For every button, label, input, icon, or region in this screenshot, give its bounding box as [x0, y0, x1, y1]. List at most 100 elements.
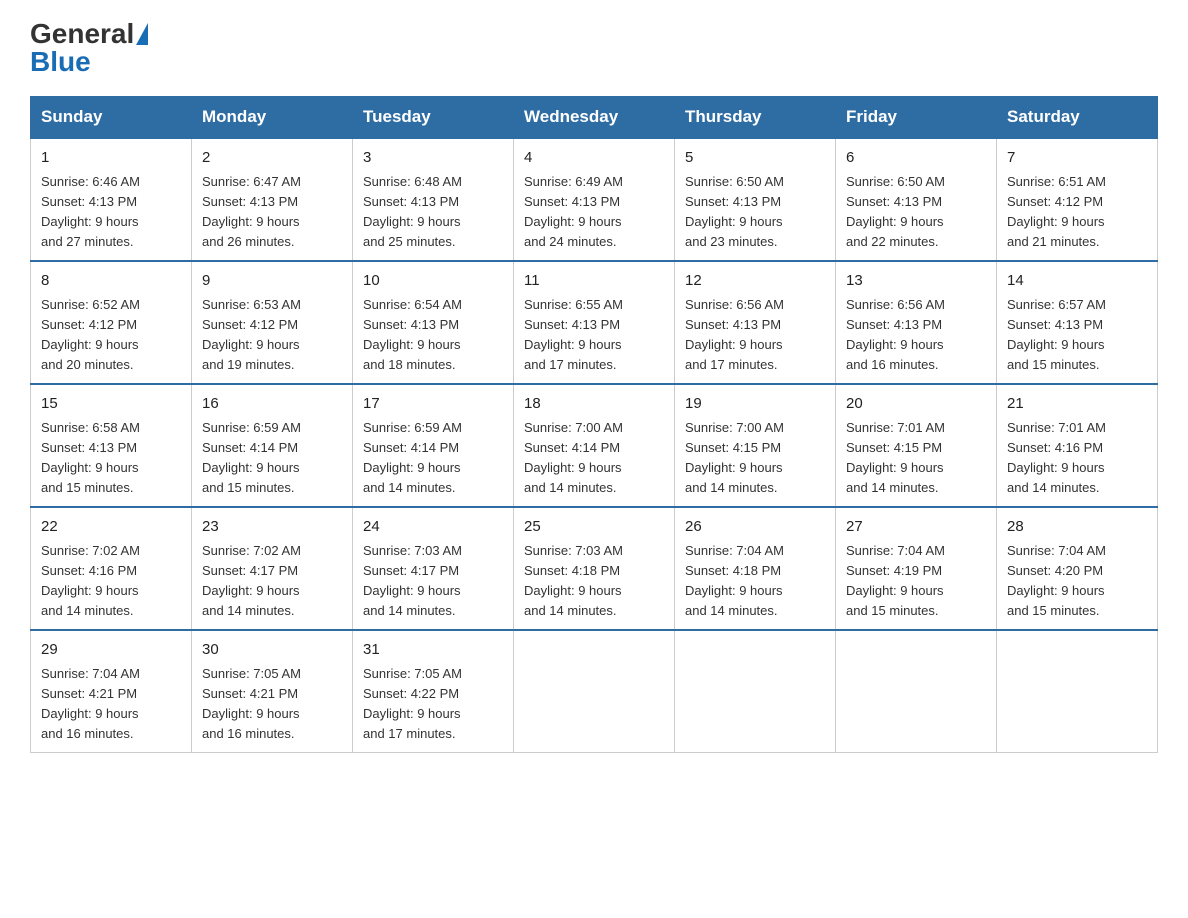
calendar-cell: 13 Sunrise: 6:56 AMSunset: 4:13 PMDaylig… — [836, 261, 997, 384]
calendar-cell: 30 Sunrise: 7:05 AMSunset: 4:21 PMDaylig… — [192, 630, 353, 753]
day-number: 8 — [41, 270, 181, 293]
day-number: 5 — [685, 147, 825, 170]
calendar-cell — [836, 630, 997, 753]
calendar-cell: 19 Sunrise: 7:00 AMSunset: 4:15 PMDaylig… — [675, 384, 836, 507]
day-info: Sunrise: 7:05 AMSunset: 4:22 PMDaylight:… — [363, 664, 503, 745]
day-info: Sunrise: 6:57 AMSunset: 4:13 PMDaylight:… — [1007, 295, 1147, 376]
calendar-cell: 1 Sunrise: 6:46 AMSunset: 4:13 PMDayligh… — [31, 138, 192, 261]
calendar-week-row: 15 Sunrise: 6:58 AMSunset: 4:13 PMDaylig… — [31, 384, 1158, 507]
calendar-cell — [997, 630, 1158, 753]
day-number: 22 — [41, 516, 181, 539]
calendar-week-row: 8 Sunrise: 6:52 AMSunset: 4:12 PMDayligh… — [31, 261, 1158, 384]
day-info: Sunrise: 6:49 AMSunset: 4:13 PMDaylight:… — [524, 172, 664, 253]
calendar-cell: 29 Sunrise: 7:04 AMSunset: 4:21 PMDaylig… — [31, 630, 192, 753]
calendar-cell: 16 Sunrise: 6:59 AMSunset: 4:14 PMDaylig… — [192, 384, 353, 507]
calendar-cell — [514, 630, 675, 753]
header-friday: Friday — [836, 97, 997, 139]
calendar-table: Sunday Monday Tuesday Wednesday Thursday… — [30, 96, 1158, 753]
day-info: Sunrise: 6:56 AMSunset: 4:13 PMDaylight:… — [846, 295, 986, 376]
page-header: General Blue — [30, 20, 1158, 76]
header-sunday: Sunday — [31, 97, 192, 139]
day-info: Sunrise: 7:02 AMSunset: 4:16 PMDaylight:… — [41, 541, 181, 622]
calendar-cell: 31 Sunrise: 7:05 AMSunset: 4:22 PMDaylig… — [353, 630, 514, 753]
day-info: Sunrise: 7:05 AMSunset: 4:21 PMDaylight:… — [202, 664, 342, 745]
calendar-cell: 15 Sunrise: 6:58 AMSunset: 4:13 PMDaylig… — [31, 384, 192, 507]
day-number: 15 — [41, 393, 181, 416]
calendar-cell: 6 Sunrise: 6:50 AMSunset: 4:13 PMDayligh… — [836, 138, 997, 261]
calendar-cell: 14 Sunrise: 6:57 AMSunset: 4:13 PMDaylig… — [997, 261, 1158, 384]
calendar-cell: 7 Sunrise: 6:51 AMSunset: 4:12 PMDayligh… — [997, 138, 1158, 261]
day-number: 26 — [685, 516, 825, 539]
day-info: Sunrise: 6:58 AMSunset: 4:13 PMDaylight:… — [41, 418, 181, 499]
calendar-week-row: 1 Sunrise: 6:46 AMSunset: 4:13 PMDayligh… — [31, 138, 1158, 261]
day-number: 18 — [524, 393, 664, 416]
calendar-cell: 12 Sunrise: 6:56 AMSunset: 4:13 PMDaylig… — [675, 261, 836, 384]
calendar-cell: 9 Sunrise: 6:53 AMSunset: 4:12 PMDayligh… — [192, 261, 353, 384]
calendar-cell: 28 Sunrise: 7:04 AMSunset: 4:20 PMDaylig… — [997, 507, 1158, 630]
day-number: 19 — [685, 393, 825, 416]
day-info: Sunrise: 6:50 AMSunset: 4:13 PMDaylight:… — [685, 172, 825, 253]
calendar-cell: 22 Sunrise: 7:02 AMSunset: 4:16 PMDaylig… — [31, 507, 192, 630]
day-info: Sunrise: 7:01 AMSunset: 4:16 PMDaylight:… — [1007, 418, 1147, 499]
calendar-cell — [675, 630, 836, 753]
day-number: 30 — [202, 639, 342, 662]
day-number: 27 — [846, 516, 986, 539]
calendar-cell: 4 Sunrise: 6:49 AMSunset: 4:13 PMDayligh… — [514, 138, 675, 261]
day-info: Sunrise: 7:04 AMSunset: 4:21 PMDaylight:… — [41, 664, 181, 745]
logo-blue-text: Blue — [30, 48, 91, 76]
header-thursday: Thursday — [675, 97, 836, 139]
day-number: 16 — [202, 393, 342, 416]
calendar-week-row: 29 Sunrise: 7:04 AMSunset: 4:21 PMDaylig… — [31, 630, 1158, 753]
calendar-cell: 18 Sunrise: 7:00 AMSunset: 4:14 PMDaylig… — [514, 384, 675, 507]
day-number: 11 — [524, 270, 664, 293]
calendar-cell: 10 Sunrise: 6:54 AMSunset: 4:13 PMDaylig… — [353, 261, 514, 384]
calendar-cell: 8 Sunrise: 6:52 AMSunset: 4:12 PMDayligh… — [31, 261, 192, 384]
day-info: Sunrise: 7:02 AMSunset: 4:17 PMDaylight:… — [202, 541, 342, 622]
calendar-header-row: Sunday Monday Tuesday Wednesday Thursday… — [31, 97, 1158, 139]
day-number: 24 — [363, 516, 503, 539]
calendar-week-row: 22 Sunrise: 7:02 AMSunset: 4:16 PMDaylig… — [31, 507, 1158, 630]
calendar-cell: 21 Sunrise: 7:01 AMSunset: 4:16 PMDaylig… — [997, 384, 1158, 507]
day-number: 21 — [1007, 393, 1147, 416]
day-number: 29 — [41, 639, 181, 662]
day-number: 9 — [202, 270, 342, 293]
calendar-cell: 27 Sunrise: 7:04 AMSunset: 4:19 PMDaylig… — [836, 507, 997, 630]
day-info: Sunrise: 6:50 AMSunset: 4:13 PMDaylight:… — [846, 172, 986, 253]
day-number: 4 — [524, 147, 664, 170]
day-number: 2 — [202, 147, 342, 170]
day-info: Sunrise: 7:00 AMSunset: 4:14 PMDaylight:… — [524, 418, 664, 499]
header-tuesday: Tuesday — [353, 97, 514, 139]
day-info: Sunrise: 6:56 AMSunset: 4:13 PMDaylight:… — [685, 295, 825, 376]
calendar-cell: 24 Sunrise: 7:03 AMSunset: 4:17 PMDaylig… — [353, 507, 514, 630]
logo: General Blue — [30, 20, 148, 76]
calendar-cell: 3 Sunrise: 6:48 AMSunset: 4:13 PMDayligh… — [353, 138, 514, 261]
header-monday: Monday — [192, 97, 353, 139]
day-info: Sunrise: 6:48 AMSunset: 4:13 PMDaylight:… — [363, 172, 503, 253]
day-info: Sunrise: 7:00 AMSunset: 4:15 PMDaylight:… — [685, 418, 825, 499]
calendar-cell: 5 Sunrise: 6:50 AMSunset: 4:13 PMDayligh… — [675, 138, 836, 261]
day-info: Sunrise: 7:03 AMSunset: 4:18 PMDaylight:… — [524, 541, 664, 622]
calendar-cell: 2 Sunrise: 6:47 AMSunset: 4:13 PMDayligh… — [192, 138, 353, 261]
day-info: Sunrise: 6:55 AMSunset: 4:13 PMDaylight:… — [524, 295, 664, 376]
day-number: 7 — [1007, 147, 1147, 170]
calendar-cell: 23 Sunrise: 7:02 AMSunset: 4:17 PMDaylig… — [192, 507, 353, 630]
day-info: Sunrise: 6:59 AMSunset: 4:14 PMDaylight:… — [363, 418, 503, 499]
day-number: 17 — [363, 393, 503, 416]
calendar-cell: 11 Sunrise: 6:55 AMSunset: 4:13 PMDaylig… — [514, 261, 675, 384]
day-number: 28 — [1007, 516, 1147, 539]
day-info: Sunrise: 6:53 AMSunset: 4:12 PMDaylight:… — [202, 295, 342, 376]
day-number: 1 — [41, 147, 181, 170]
day-number: 25 — [524, 516, 664, 539]
day-info: Sunrise: 7:01 AMSunset: 4:15 PMDaylight:… — [846, 418, 986, 499]
day-number: 12 — [685, 270, 825, 293]
day-info: Sunrise: 7:04 AMSunset: 4:19 PMDaylight:… — [846, 541, 986, 622]
day-info: Sunrise: 7:04 AMSunset: 4:18 PMDaylight:… — [685, 541, 825, 622]
calendar-cell: 26 Sunrise: 7:04 AMSunset: 4:18 PMDaylig… — [675, 507, 836, 630]
day-info: Sunrise: 6:47 AMSunset: 4:13 PMDaylight:… — [202, 172, 342, 253]
day-number: 6 — [846, 147, 986, 170]
header-saturday: Saturday — [997, 97, 1158, 139]
day-info: Sunrise: 6:52 AMSunset: 4:12 PMDaylight:… — [41, 295, 181, 376]
logo-triangle-icon — [136, 23, 148, 45]
day-number: 3 — [363, 147, 503, 170]
day-number: 14 — [1007, 270, 1147, 293]
